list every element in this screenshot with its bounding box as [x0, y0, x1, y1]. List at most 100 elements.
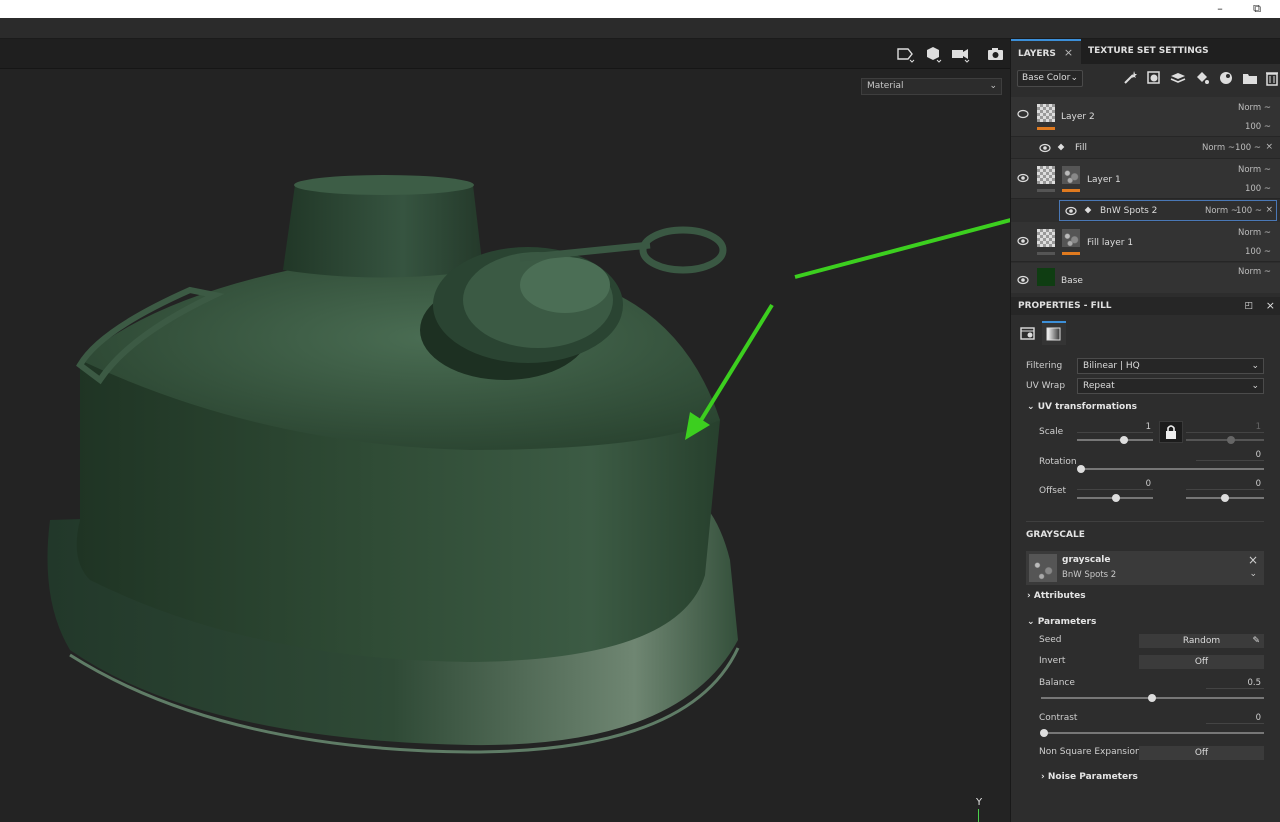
opacity[interactable]: 100 ~ [1236, 206, 1262, 216]
minimize-button[interactable]: – [1210, 2, 1230, 16]
scale-value[interactable]: 1 [1131, 422, 1151, 432]
layer-row[interactable]: Base Norm ~ [1011, 263, 1280, 293]
axis-gizmo-y-label: Y [976, 797, 983, 808]
blend-mode[interactable]: Norm ~ [1205, 206, 1238, 216]
channel-select-value: Base Color [1022, 73, 1071, 83]
uvwrap-label: UV Wrap [1026, 381, 1066, 391]
close-panel-icon[interactable]: × [1266, 297, 1275, 315]
right-panel: LAYERS × TEXTURE SET SETTINGS Base Color ⌄… [1010, 39, 1280, 822]
opacity[interactable]: 100 ~ [1245, 184, 1271, 194]
rotation-slider-knob[interactable] [1077, 465, 1085, 473]
rotation-value-underline [1196, 460, 1264, 461]
nse-toggle[interactable]: Off [1139, 746, 1264, 760]
opacity[interactable]: 100 ~ [1245, 122, 1271, 132]
uvwrap-select[interactable]: Repeat ⌄ [1077, 378, 1264, 394]
section-divider [1026, 521, 1264, 522]
close-icon[interactable]: × [1064, 46, 1073, 59]
layer-thumbnail [1037, 104, 1055, 122]
add-layer-icon[interactable] [1170, 70, 1186, 86]
pencil-icon[interactable]: ✎ [1252, 634, 1260, 648]
layer-name: Fill layer 1 [1087, 238, 1134, 248]
balance-value-underline [1206, 688, 1264, 689]
offset-value-underline [1077, 489, 1153, 490]
remove-resource-icon[interactable]: × [1248, 553, 1258, 567]
gradient-icon [1046, 327, 1061, 341]
layer-stack: Layer 2 Norm ~ 100 ~ Fill Norm ~ 100 ~ ×… [1011, 97, 1280, 293]
eye-icon[interactable] [1039, 143, 1051, 153]
add-folder-icon[interactable] [1242, 70, 1258, 86]
layer-thumbnail [1037, 229, 1055, 247]
invert-toggle[interactable]: Off [1139, 655, 1264, 669]
scale-slider-knob[interactable] [1120, 436, 1128, 444]
remove-effect-icon[interactable]: × [1265, 142, 1273, 152]
mask-icon[interactable] [1146, 70, 1162, 86]
layer-color-marker [1037, 252, 1055, 255]
eye-icon[interactable] [1017, 173, 1029, 183]
fill-bucket-icon [1057, 143, 1065, 151]
offset-2-slider-knob[interactable] [1221, 494, 1229, 502]
parameters-header[interactable]: ⌄ Parameters [1027, 617, 1096, 627]
layer-thumbnail [1037, 166, 1055, 184]
eye-icon[interactable] [1017, 275, 1029, 285]
tab-layers[interactable]: LAYERS × [1011, 39, 1081, 64]
offset-slider-knob[interactable] [1112, 494, 1120, 502]
delete-icon[interactable] [1264, 70, 1280, 86]
add-fill-icon[interactable] [1194, 70, 1210, 86]
tab-layers-label: LAYERS [1018, 49, 1056, 59]
eye-icon[interactable] [1065, 206, 1077, 216]
wand-icon[interactable] [1122, 70, 1138, 86]
balance-value[interactable]: 0.5 [1231, 678, 1261, 688]
layer-row[interactable]: Layer 1 Norm ~ 100 ~ [1011, 159, 1280, 199]
eye-icon[interactable] [1017, 236, 1029, 246]
uv-transformations-header[interactable]: ⌄ UV transformations [1027, 402, 1137, 412]
chevron-down-icon: ⌄ [1027, 617, 1035, 627]
grayscale-header: GRAYSCALE [1026, 530, 1085, 540]
3d-viewport[interactable]: Material ⌄ Y [0, 39, 1010, 822]
float-panel-icon[interactable]: ◰ [1244, 297, 1253, 315]
opacity[interactable]: 100 ~ [1245, 247, 1271, 257]
blend-mode[interactable]: Norm ~ [1238, 228, 1271, 238]
balance-slider-knob[interactable] [1148, 694, 1156, 702]
chevron-down-icon[interactable]: ⌄ [1249, 569, 1257, 579]
restore-button[interactable]: ⧉ [1247, 2, 1267, 16]
offset-value-2[interactable]: 0 [1241, 479, 1261, 489]
smart-material-icon[interactable] [1218, 70, 1234, 86]
layer-color-marker [1037, 189, 1055, 192]
rotation-slider-track[interactable] [1081, 468, 1264, 470]
layer-row[interactable]: Layer 2 Norm ~ 100 ~ [1011, 97, 1280, 137]
grayscale-tab[interactable] [1042, 321, 1066, 345]
properties-tabs [1011, 321, 1280, 345]
fill-bucket-icon [1084, 206, 1092, 214]
effect-row-selected[interactable]: BnW Spots 2 Norm ~ 100 ~ × [1059, 200, 1277, 221]
scale-slider-track[interactable] [1077, 439, 1153, 441]
blend-mode[interactable]: Norm ~ [1238, 267, 1271, 277]
tab-texture-set-settings[interactable]: TEXTURE SET SETTINGS [1081, 39, 1211, 64]
rotation-value[interactable]: 0 [1236, 450, 1261, 460]
attributes-header[interactable]: › Attributes [1027, 591, 1086, 601]
settings-tab-icon[interactable] [1016, 321, 1040, 345]
mask-thumbnail [1062, 166, 1080, 184]
blend-mode[interactable]: Norm ~ [1202, 143, 1235, 153]
remove-effect-icon[interactable]: × [1265, 205, 1273, 215]
lock-button[interactable] [1159, 421, 1183, 443]
seed-random-button[interactable]: Random ✎ [1139, 634, 1264, 648]
uv-transformations-title: UV transformations [1037, 402, 1137, 412]
layer-row[interactable]: Fill layer 1 Norm ~ 100 ~ [1011, 222, 1280, 262]
grayscale-resource[interactable]: grayscale BnW Spots 2 × ⌄ [1026, 551, 1264, 585]
contrast-value[interactable]: 0 [1231, 713, 1261, 723]
contrast-slider-track[interactable] [1041, 732, 1264, 734]
contrast-value-underline [1206, 723, 1264, 724]
visibility-off-icon[interactable] [1017, 109, 1029, 119]
effect-row[interactable]: Fill Norm ~ 100 ~ × [1011, 137, 1280, 159]
channel-select[interactable]: Base Color ⌄ [1017, 70, 1083, 87]
blend-mode[interactable]: Norm ~ [1238, 165, 1271, 175]
filtering-value: Bilinear | HQ [1083, 361, 1140, 371]
chevron-down-icon: ⌄ [1251, 381, 1259, 391]
filtering-select[interactable]: Bilinear | HQ ⌄ [1077, 358, 1264, 374]
contrast-slider-knob[interactable] [1040, 729, 1048, 737]
noise-parameters-header[interactable]: › Noise Parameters [1041, 772, 1138, 782]
attributes-title: Attributes [1033, 591, 1086, 601]
offset-value[interactable]: 0 [1131, 479, 1151, 489]
opacity[interactable]: 100 ~ [1235, 143, 1261, 153]
blend-mode[interactable]: Norm ~ [1238, 103, 1271, 113]
